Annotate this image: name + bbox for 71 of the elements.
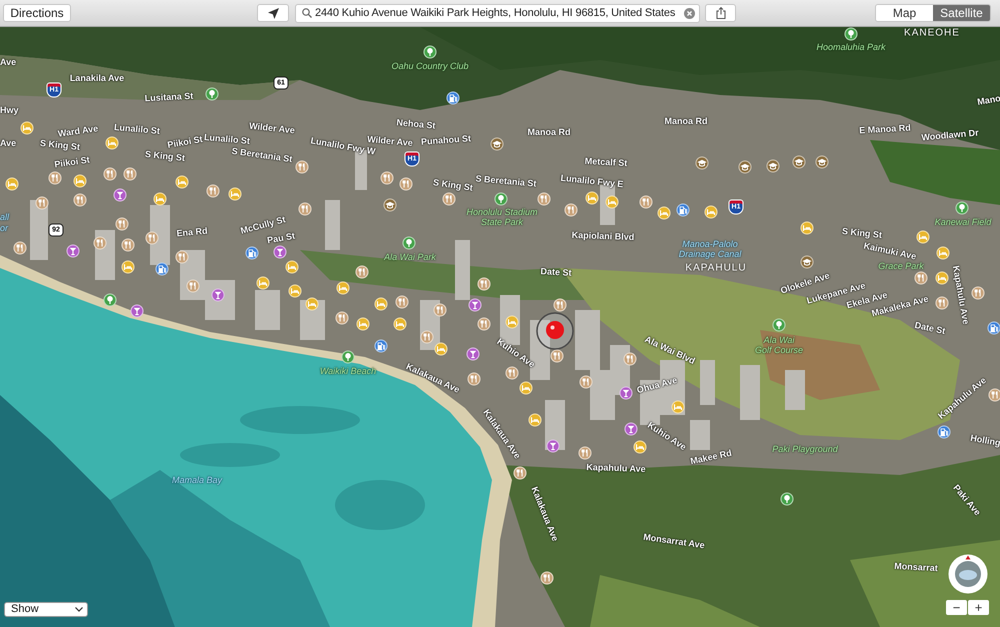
district-label: KAPAHULU	[685, 262, 747, 274]
street-label: Woodlawn Dr	[921, 128, 979, 142]
street-label: Lusitana St	[144, 90, 194, 104]
district-label: KANEOHE	[904, 28, 960, 38]
location-button[interactable]	[257, 4, 289, 22]
street-label: Makee Rd	[689, 448, 733, 466]
street-label: Monsarrat Ave	[642, 532, 706, 550]
directions-button[interactable]: Directions	[3, 4, 71, 22]
street-label: E Manoa Rd	[859, 122, 911, 136]
street-label: Manoa Rd	[528, 127, 570, 137]
street-label: Lunalilo St	[114, 122, 160, 136]
location-arrow-icon	[268, 8, 278, 18]
street-label: Kapahulu Ave	[950, 264, 972, 326]
street-label: Kapiolani Blvd	[572, 230, 634, 242]
water-label: Mamala Bay	[172, 475, 222, 485]
search-icon	[302, 8, 312, 18]
park-label: Grace Park	[878, 261, 924, 271]
zoom-in-button[interactable]: +	[968, 600, 989, 615]
zoom-out-button[interactable]: −	[946, 600, 967, 615]
street-label: Piikoi St	[54, 154, 90, 170]
street-label: S King St	[144, 148, 186, 164]
park-label: Paki Playground	[772, 444, 838, 454]
street-label: Nehoa St	[396, 117, 436, 131]
street-label: Monsarrat	[894, 560, 938, 574]
street-label: S King St	[432, 177, 474, 193]
street-label: S King St	[40, 138, 80, 152]
street-label: Ave	[0, 57, 16, 67]
street-label: Date St	[540, 266, 572, 278]
street-label: Ward Ave	[57, 123, 99, 139]
street-label: Manoa Rd	[664, 116, 708, 126]
street-label: Wilder Ave	[366, 134, 414, 148]
street-label: S Beretania St	[475, 173, 537, 189]
water-label: or	[0, 223, 8, 233]
street-label: Date St	[914, 320, 946, 336]
compass-icon[interactable]	[948, 554, 988, 594]
street-label: Ala Wai Blvd	[643, 334, 697, 366]
street-label: Hwy	[0, 105, 19, 115]
park-label: Ala Wai Park	[384, 252, 436, 262]
park-label: Hoomaluhia Park	[816, 42, 886, 52]
park-label: Kanewai Field	[934, 217, 992, 227]
park-label: Honolulu Stadium State Park	[466, 207, 538, 227]
street-label: Holling	[969, 432, 1000, 448]
view-mode-tab[interactable]: Satellite	[933, 5, 990, 21]
park-label: Waikiki Beach	[320, 366, 376, 376]
street-label: Ave	[0, 138, 16, 148]
street-label: S King St	[842, 226, 882, 240]
park-label: Ala Wai Golf Course	[754, 335, 804, 355]
street-label: S Beretania St	[231, 146, 293, 164]
water-label: all	[0, 212, 10, 222]
share-button[interactable]	[705, 4, 736, 22]
caret-icon	[75, 607, 83, 612]
street-label: Metcalf St	[584, 156, 628, 168]
street-label: Ohua Ave	[636, 374, 678, 396]
park-label: Oahu Country Club	[391, 61, 469, 71]
street-label: Lunalilo Fwy E	[560, 172, 624, 190]
street-label: Wilder Ave	[248, 120, 296, 136]
street-label: Ena Rd	[176, 226, 208, 238]
show-dropdown[interactable]: Show	[4, 602, 88, 617]
view-mode-tab[interactable]: Map	[876, 5, 933, 21]
street-label: Lunalilo St	[204, 132, 250, 146]
water-label: Manoa-Palolo Drainage Canal	[678, 239, 742, 259]
street-label: Punahou St	[420, 133, 472, 147]
street-label: Mano	[976, 93, 1000, 107]
street-label: Kaimuki Ave	[862, 240, 918, 262]
street-label: Kapahulu Ave	[586, 462, 646, 474]
share-icon	[716, 7, 726, 19]
street-label: Lanakila Ave	[70, 73, 124, 83]
clear-icon[interactable]	[684, 8, 695, 18]
location-pin-icon[interactable]	[536, 312, 574, 350]
search-field[interactable]: 2440 Kuhio Avenue Waikiki Park Heights, Honolulu, HI 96815, United States	[295, 4, 700, 22]
street-label: Piikoi St	[166, 134, 204, 150]
